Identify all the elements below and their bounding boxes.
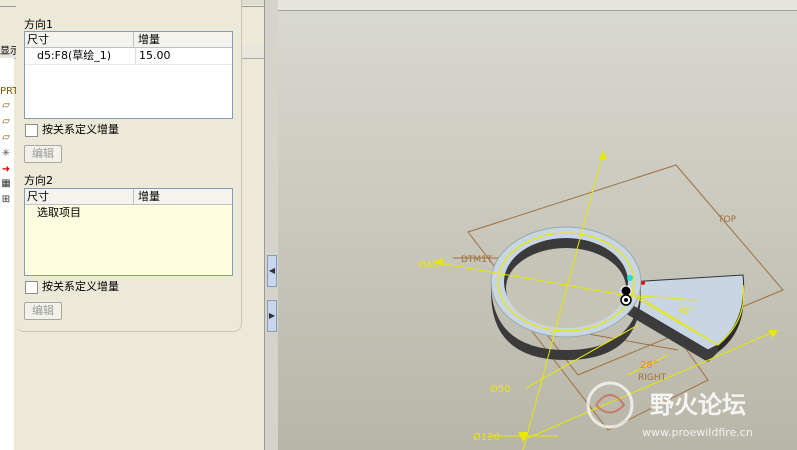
red-point-icon xyxy=(641,281,645,285)
table-row[interactable]: 选取项目 xyxy=(25,205,232,221)
direction2-relation-checkbox[interactable] xyxy=(25,281,38,294)
top-label: TOP xyxy=(717,215,737,225)
col-dimension[interactable]: 尺寸 xyxy=(25,32,49,47)
direction1-table[interactable]: 尺寸 增量 d5:F8(草绘_1) 15.00 xyxy=(24,31,233,119)
col-increment[interactable]: 增量 xyxy=(133,189,233,204)
dim-30-label[interactable]: 30° xyxy=(676,306,694,317)
datum-plane-icon[interactable]: ▱ xyxy=(0,132,12,144)
dim-40-label[interactable]: Ø40 xyxy=(418,259,439,271)
viewport-top-strip xyxy=(278,0,797,11)
direction2-edit-button[interactable]: 编辑 xyxy=(24,302,62,320)
direction1-table-header: 尺寸 增量 xyxy=(25,32,232,48)
dim-50-label[interactable]: Ø50 xyxy=(490,383,511,395)
graphics-viewport[interactable]: DTM1T TOP RIGHT Ø40 Ø50 Ø120 30° 28° 野火论… xyxy=(278,0,797,450)
direction2-table[interactable]: 尺寸 增量 选取项目 xyxy=(24,188,233,276)
dim-120-label[interactable]: Ø120 xyxy=(473,431,500,443)
datum-plane-icon[interactable]: ▱ xyxy=(0,100,12,112)
datum-plane-icon[interactable]: ▱ xyxy=(0,116,12,128)
cyan-point-icon xyxy=(627,275,633,281)
select-items-prompt[interactable]: 选取项目 xyxy=(37,205,81,221)
watermark-cn: 野火论坛 xyxy=(650,391,746,419)
direction2-title: 方向2 xyxy=(24,174,53,187)
dim-28-label[interactable]: 28° xyxy=(640,360,658,371)
direction2-relation-label[interactable]: 按关系定义增量 xyxy=(42,280,119,294)
model-tree-strip: PRT ▱ ▱ ▱ ✳ ➜ ▦ ⊞ xyxy=(0,58,18,450)
watermark-logo-icon xyxy=(586,381,634,429)
expand-right-icon[interactable]: ▶ xyxy=(267,300,277,332)
col-increment[interactable]: 增量 xyxy=(133,32,233,47)
watermark-url: www.proewildfire.cn xyxy=(642,426,753,439)
coordinate-system-icon[interactable]: ✳ xyxy=(0,148,12,160)
expand-icon[interactable]: ⊞ xyxy=(0,194,12,206)
watermark: 野火论坛 www.proewildfire.cn xyxy=(586,381,753,439)
col-dimension[interactable]: 尺寸 xyxy=(25,189,49,204)
row-dimension[interactable]: d5:F8(草绘_1) xyxy=(37,48,111,64)
direction1-edit-button[interactable]: 编辑 xyxy=(24,145,62,163)
insert-arrow-icon[interactable]: ➜ xyxy=(0,164,12,176)
row-increment-input[interactable]: 15.00 xyxy=(135,48,235,64)
feature-icon[interactable]: ▦ xyxy=(0,178,12,190)
model-view-svg: DTM1T TOP RIGHT Ø40 Ø50 Ø120 30° 28° 野火论… xyxy=(418,150,784,450)
pattern-dimension-panel: 方向1 尺寸 增量 d5:F8(草绘_1) 15.00 按关系定义增量 编辑 方… xyxy=(16,0,242,332)
direction2-table-header: 尺寸 增量 xyxy=(25,189,232,205)
dtm-label: DTM1T xyxy=(461,255,493,265)
right-label: RIGHT xyxy=(638,373,667,383)
direction1-title: 方向1 xyxy=(24,18,53,31)
tree-prt-label[interactable]: PRT xyxy=(0,86,18,98)
direction1-relation-label[interactable]: 按关系定义增量 xyxy=(42,123,119,137)
table-row[interactable]: d5:F8(草绘_1) 15.00 xyxy=(25,48,232,65)
collapse-left-icon[interactable]: ◀ xyxy=(267,255,277,287)
direction1-relation-checkbox[interactable] xyxy=(25,124,38,137)
